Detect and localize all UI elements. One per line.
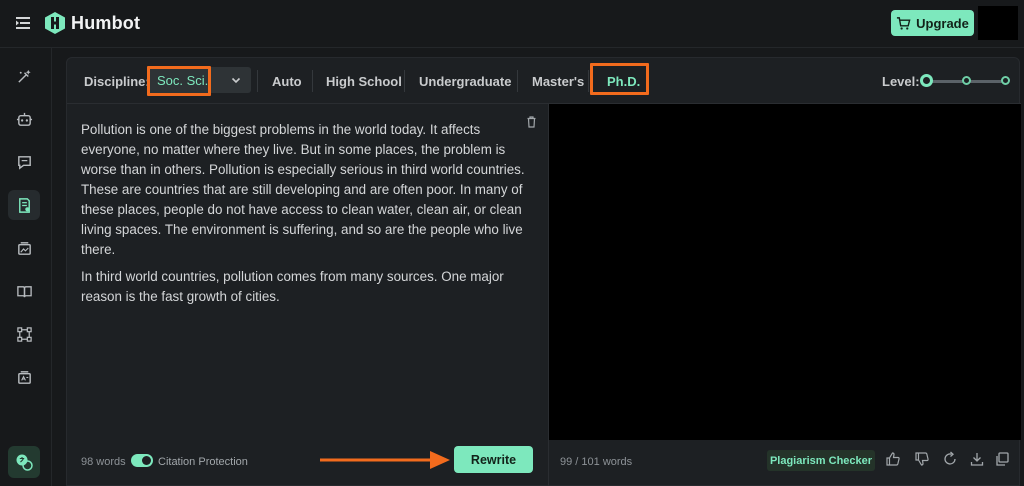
tab-divider bbox=[588, 70, 589, 92]
thumbs-down-icon[interactable] bbox=[914, 451, 930, 467]
toggle-knob bbox=[142, 456, 151, 465]
input-editor[interactable]: Pollution is one of the biggest problems… bbox=[67, 104, 547, 486]
chat-icon bbox=[17, 155, 31, 170]
document-edit-icon bbox=[18, 197, 30, 213]
book-icon bbox=[16, 285, 32, 297]
output-word-count: 99 / 101 words bbox=[560, 456, 633, 468]
regenerate-icon[interactable] bbox=[942, 451, 958, 467]
brand-name: Humbot bbox=[71, 13, 141, 33]
sidebar-item-ai-humanizer[interactable] bbox=[8, 61, 40, 91]
sidebar bbox=[0, 48, 52, 486]
chevron-down-icon bbox=[231, 77, 241, 84]
thumbs-up-icon[interactable] bbox=[885, 451, 901, 467]
input-text[interactable]: Pollution is one of the biggest problems… bbox=[81, 120, 527, 314]
translate-icon bbox=[17, 370, 31, 384]
output-pane: 99 / 101 words Plagiarism Checker bbox=[548, 104, 1021, 486]
avatar[interactable] bbox=[978, 6, 1018, 40]
sidebar-item-translate[interactable] bbox=[8, 362, 40, 392]
output-text-area[interactable] bbox=[549, 104, 1021, 440]
tab-divider bbox=[517, 70, 518, 92]
rewriter-panel: Discipline: Soc. Sci. Auto High School U… bbox=[66, 57, 1021, 486]
humbot-logo-icon bbox=[45, 12, 65, 34]
copy-icon[interactable] bbox=[994, 451, 1010, 467]
tab-phd[interactable]: Ph.D. bbox=[607, 74, 640, 89]
upgrade-label: Upgrade bbox=[916, 15, 969, 31]
tab-masters[interactable]: Master's bbox=[532, 74, 584, 89]
image-stack-icon bbox=[17, 241, 31, 255]
level-step-3[interactable] bbox=[1001, 76, 1010, 85]
language-switch-icon bbox=[16, 454, 33, 471]
level-step-2[interactable] bbox=[962, 76, 971, 85]
sidebar-item-library[interactable] bbox=[8, 276, 40, 306]
sidebar-item-chat[interactable] bbox=[8, 147, 40, 177]
upgrade-button[interactable]: Upgrade bbox=[891, 10, 974, 36]
tab-auto[interactable]: Auto bbox=[272, 74, 302, 89]
plagiarism-checker-button[interactable]: Plagiarism Checker bbox=[767, 450, 875, 471]
input-word-count: 98 words bbox=[81, 456, 126, 468]
menu-collapse-icon[interactable] bbox=[14, 14, 32, 32]
rewrite-button[interactable]: Rewrite bbox=[454, 446, 533, 473]
top-bar: Humbot Upgrade bbox=[0, 0, 1024, 48]
sidebar-item-ai-detector[interactable] bbox=[8, 104, 40, 134]
tab-undergraduate[interactable]: Undergraduate bbox=[419, 74, 511, 89]
citation-protection-label: Citation Protection bbox=[158, 456, 248, 468]
sparkle-pen-icon bbox=[17, 69, 31, 83]
tab-high-school[interactable]: High School bbox=[326, 74, 402, 89]
citation-protection-toggle[interactable] bbox=[131, 454, 153, 467]
discipline-select[interactable]: Soc. Sci. bbox=[147, 67, 251, 93]
tab-divider bbox=[257, 70, 258, 92]
sidebar-item-rewriter[interactable] bbox=[8, 190, 40, 220]
tab-divider bbox=[404, 70, 405, 92]
options-toolbar: Discipline: Soc. Sci. Auto High School U… bbox=[67, 58, 1021, 104]
sidebar-item-vector[interactable] bbox=[8, 319, 40, 349]
level-label: Level: bbox=[882, 74, 920, 89]
cart-icon bbox=[897, 16, 911, 30]
download-icon[interactable] bbox=[969, 451, 985, 467]
tab-divider bbox=[312, 70, 313, 92]
discipline-value: Soc. Sci. bbox=[157, 73, 209, 88]
arrow-annotation-icon bbox=[320, 451, 450, 469]
input-paragraph: In third world countries, pollution come… bbox=[81, 269, 504, 304]
level-step-1[interactable] bbox=[920, 74, 933, 87]
discipline-label: Discipline: bbox=[84, 74, 150, 89]
sidebar-item-language[interactable] bbox=[8, 446, 40, 478]
input-paragraph: Pollution is one of the biggest problems… bbox=[81, 122, 525, 257]
sidebar-item-gallery[interactable] bbox=[8, 233, 40, 263]
robot-icon bbox=[16, 112, 32, 126]
vector-nodes-icon bbox=[16, 326, 32, 342]
